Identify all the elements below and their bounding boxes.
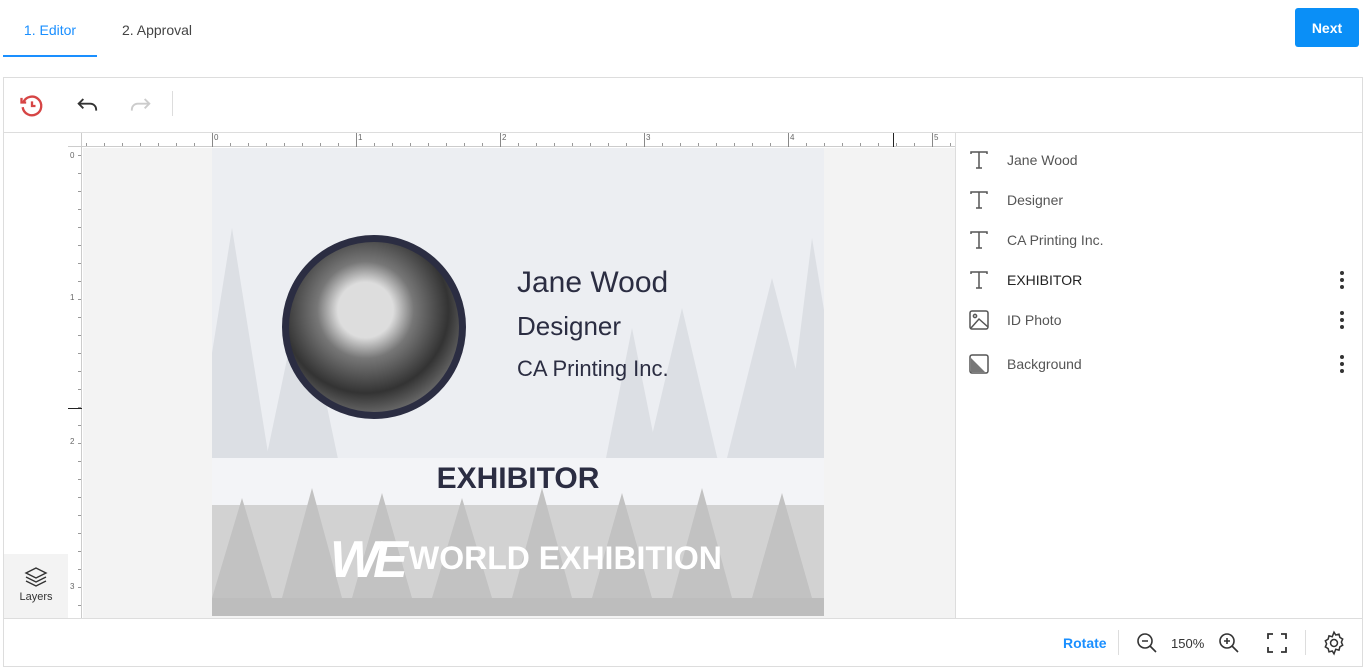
tab-approval[interactable]: 2. Approval <box>104 0 210 57</box>
ruler-label: 3 <box>646 133 651 142</box>
layers-panel: Jane Wood Designer CA Printing Inc. EXHIBIT… <box>955 133 1362 618</box>
text-icon <box>968 229 990 251</box>
more-vertical-icon[interactable] <box>1334 353 1350 375</box>
layer-label: Background <box>1007 356 1082 372</box>
layers-label: Layers <box>19 591 53 603</box>
layers-icon <box>24 567 48 587</box>
ruler-label: 3 <box>70 582 75 591</box>
next-button[interactable]: Next <box>1295 8 1359 47</box>
badge-company[interactable]: CA Printing Inc. <box>517 356 669 382</box>
toolbar <box>4 78 1362 133</box>
layer-label: EXHIBITOR <box>1007 272 1083 288</box>
layers-button[interactable]: Layers <box>4 554 68 618</box>
undo-icon[interactable] <box>74 92 102 120</box>
zoom-level: 150% <box>1171 636 1205 651</box>
ruler-horizontal[interactable]: 0 1 2 3 4 5 <box>82 133 955 147</box>
badge-title[interactable]: Designer <box>517 311 621 342</box>
layer-label: CA Printing Inc. <box>1007 232 1104 248</box>
event-logo: WE <box>330 531 408 589</box>
ruler-label: 4 <box>790 133 795 142</box>
layer-item[interactable]: Jane Wood <box>956 140 1363 180</box>
ruler-vertical[interactable]: 0 1 2 3 <box>68 147 82 618</box>
badge-name[interactable]: Jane Wood <box>517 266 668 300</box>
ruler-label: 0 <box>214 133 219 142</box>
badge-role[interactable]: EXHIBITOR <box>212 462 824 496</box>
ruler-label: 1 <box>358 133 363 142</box>
ruler-label: 2 <box>70 437 75 446</box>
redo-icon <box>126 92 154 120</box>
fullscreen-icon[interactable] <box>1265 631 1289 660</box>
ruler-label: 2 <box>502 133 507 142</box>
ruler-corner <box>68 133 82 147</box>
event-name: WORLD EXHIBITION <box>409 540 722 576</box>
toolbar-divider <box>172 91 173 116</box>
more-vertical-icon[interactable] <box>1334 309 1350 331</box>
zoom-out-icon[interactable] <box>1135 631 1159 660</box>
ruler-label: 1 <box>70 293 75 302</box>
zoom-in-icon[interactable] <box>1217 631 1241 660</box>
id-photo[interactable] <box>282 235 466 419</box>
tab-editor[interactable]: 1. Editor <box>3 0 97 57</box>
layer-item[interactable]: Background <box>956 344 1363 384</box>
left-sidebar <box>4 133 68 618</box>
ruler-label: 0 <box>70 151 75 160</box>
layer-label: Jane Wood <box>1007 152 1078 168</box>
layer-item[interactable]: ID Photo <box>956 300 1363 340</box>
layer-item[interactable]: EXHIBITOR <box>956 260 1363 300</box>
layer-label: ID Photo <box>1007 312 1062 328</box>
image-icon <box>968 309 990 331</box>
more-vertical-icon[interactable] <box>1334 269 1350 291</box>
rotate-button[interactable]: Rotate <box>1063 635 1107 651</box>
layer-item[interactable]: Designer <box>956 180 1363 220</box>
layer-label: Designer <box>1007 192 1064 208</box>
text-icon <box>968 269 990 291</box>
badge-design[interactable]: Jane Wood Designer CA Printing Inc. EXHI… <box>212 148 824 616</box>
canvas-workspace[interactable]: Jane Wood Designer CA Printing Inc. EXHI… <box>83 148 955 618</box>
background-icon <box>968 353 990 375</box>
ruler-label: 5 <box>934 133 939 142</box>
settings-gear-icon[interactable] <box>1321 630 1347 661</box>
text-icon <box>968 189 990 211</box>
text-icon <box>968 149 990 171</box>
bottom-bar: Rotate 150% <box>4 618 1362 666</box>
history-icon[interactable] <box>18 92 46 120</box>
layer-item[interactable]: CA Printing Inc. <box>956 220 1363 260</box>
